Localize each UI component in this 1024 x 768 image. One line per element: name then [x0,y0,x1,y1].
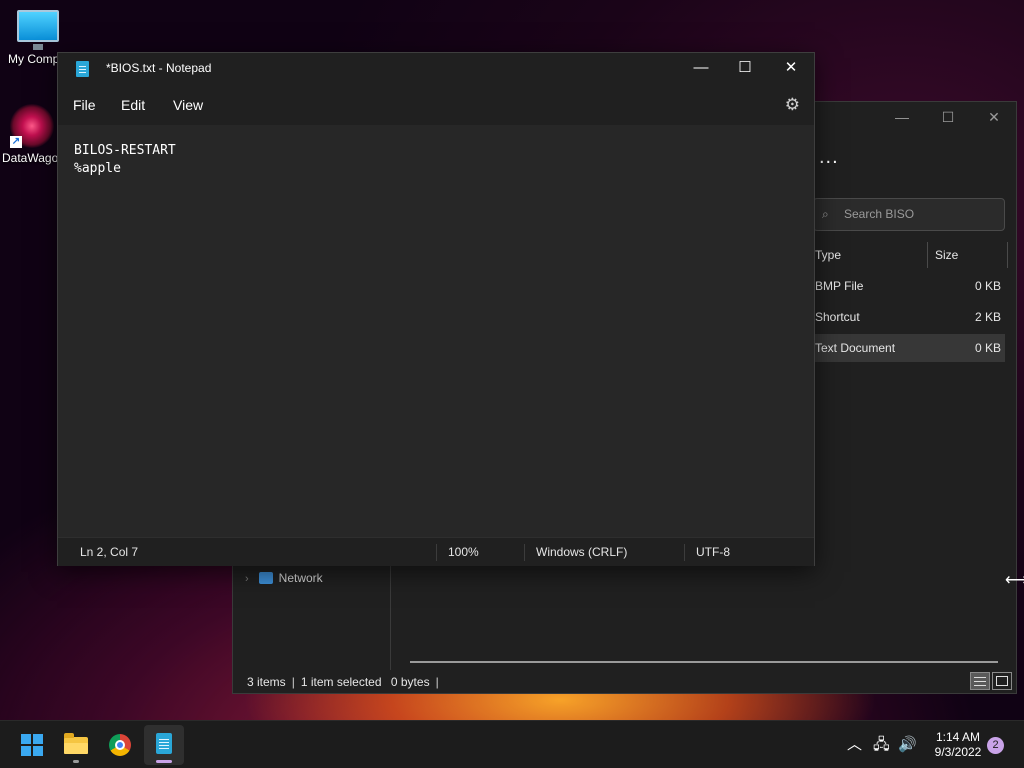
taskbar-file-explorer[interactable] [56,725,96,765]
file-size: 0 KB [974,341,1001,355]
search-icon: ⌕ [822,207,829,221]
settings-gear-icon[interactable]: ⚙ [785,95,800,115]
resize-cursor-icon: ⟷ [1005,572,1024,589]
taskbar-chrome[interactable] [100,725,140,765]
desktop-icon-datawagon[interactable]: ↗ DataWago [2,104,62,165]
explorer-status-bar: 3 items | 1 item selected 0 bytes | [247,675,439,689]
notepad-icon [76,61,89,77]
folder-icon [64,733,88,754]
pane-divider[interactable] [390,562,391,670]
windows-logo-icon [21,734,43,756]
nav-item-label: Network [278,571,323,585]
cursor-position: Ln 2, Col 7 [80,545,139,559]
desktop-icon-label: DataWago [2,151,59,165]
notification-badge[interactable]: 2 [987,737,1004,754]
taskbar: ︿ 🖧 🔊 1:14 AM 9/3/2022 2 [0,720,1024,768]
clock-date: 9/3/2022 [934,745,982,759]
show-hidden-icons-chevron-icon[interactable]: ︿ [847,721,862,768]
start-button[interactable] [12,725,52,765]
chrome-icon [109,734,131,756]
title-bar[interactable]: *BIOS.txt - Notepad — ☐ ✕ [58,53,814,85]
item-count: 3 items [247,675,286,689]
column-divider[interactable] [927,242,928,268]
menu-view[interactable]: View [173,97,203,113]
close-button[interactable]: ✕ [768,53,814,83]
shortcut-arrow-icon: ↗ [10,136,22,148]
line-ending: Windows (CRLF) [536,545,628,559]
large-icons-view-button[interactable] [992,672,1012,690]
notepad-window[interactable]: *BIOS.txt - Notepad — ☐ ✕ File Edit View… [57,52,815,566]
text-editor[interactable]: BILOS-RESTART %apple [58,125,814,537]
search-input[interactable]: ⌕ Search BISO [813,198,1005,231]
text-line: %apple [74,161,121,176]
maximize-button[interactable]: ☐ [722,53,768,83]
menu-file[interactable]: File [73,97,96,113]
notepad-icon [156,733,172,754]
close-button[interactable]: ✕ [971,102,1017,132]
file-size: 2 KB [974,310,1001,324]
selection-info: 1 item selected [300,675,382,689]
zoom-level: 100% [448,545,479,559]
maximize-button[interactable]: ☐ [925,102,971,132]
encoding: UTF-8 [696,545,730,559]
taskbar-notepad[interactable] [144,725,184,765]
network-status-icon[interactable]: 🖧 [873,721,890,768]
column-header-type[interactable]: Type [815,242,841,268]
details-view-button[interactable] [970,672,990,690]
file-row[interactable]: BMP File 0 KB [809,272,1005,300]
window-title: *BIOS.txt - Notepad [106,61,212,75]
column-divider[interactable] [1007,242,1008,268]
file-size: 0 KB [974,279,1001,293]
nav-item-network[interactable]: › Network [245,568,323,588]
chevron-right-icon[interactable]: › [245,573,249,585]
datawagon-icon: ↗ [10,104,54,148]
file-row[interactable]: Shortcut 2 KB [809,303,1005,331]
search-placeholder: Search BISO [844,207,915,221]
menu-edit[interactable]: Edit [121,97,145,113]
horizontal-scrollbar[interactable] [410,661,998,663]
system-clock[interactable]: 1:14 AM 9/3/2022 [928,730,988,760]
selection-size: 0 bytes [390,675,430,689]
file-row-selected[interactable]: Text Document 0 KB [809,334,1005,362]
clock-time: 1:14 AM [935,730,981,744]
notepad-status-bar: Ln 2, Col 7 100% Windows (CRLF) UTF-8 [58,537,814,566]
minimize-button[interactable]: — [678,53,724,83]
column-header-size[interactable]: Size [935,242,958,268]
text-line: BILOS-RESTART [74,143,176,158]
minimize-button[interactable]: — [879,102,925,132]
more-options-button[interactable]: ... [819,146,839,169]
network-icon [258,572,273,584]
volume-icon[interactable]: 🔊 [898,721,917,768]
menu-bar: File Edit View ⚙ [58,85,814,125]
file-type: Shortcut [815,310,860,324]
file-type: Text Document [815,341,896,355]
file-type: BMP File [815,279,864,293]
monitor-icon [17,10,59,50]
